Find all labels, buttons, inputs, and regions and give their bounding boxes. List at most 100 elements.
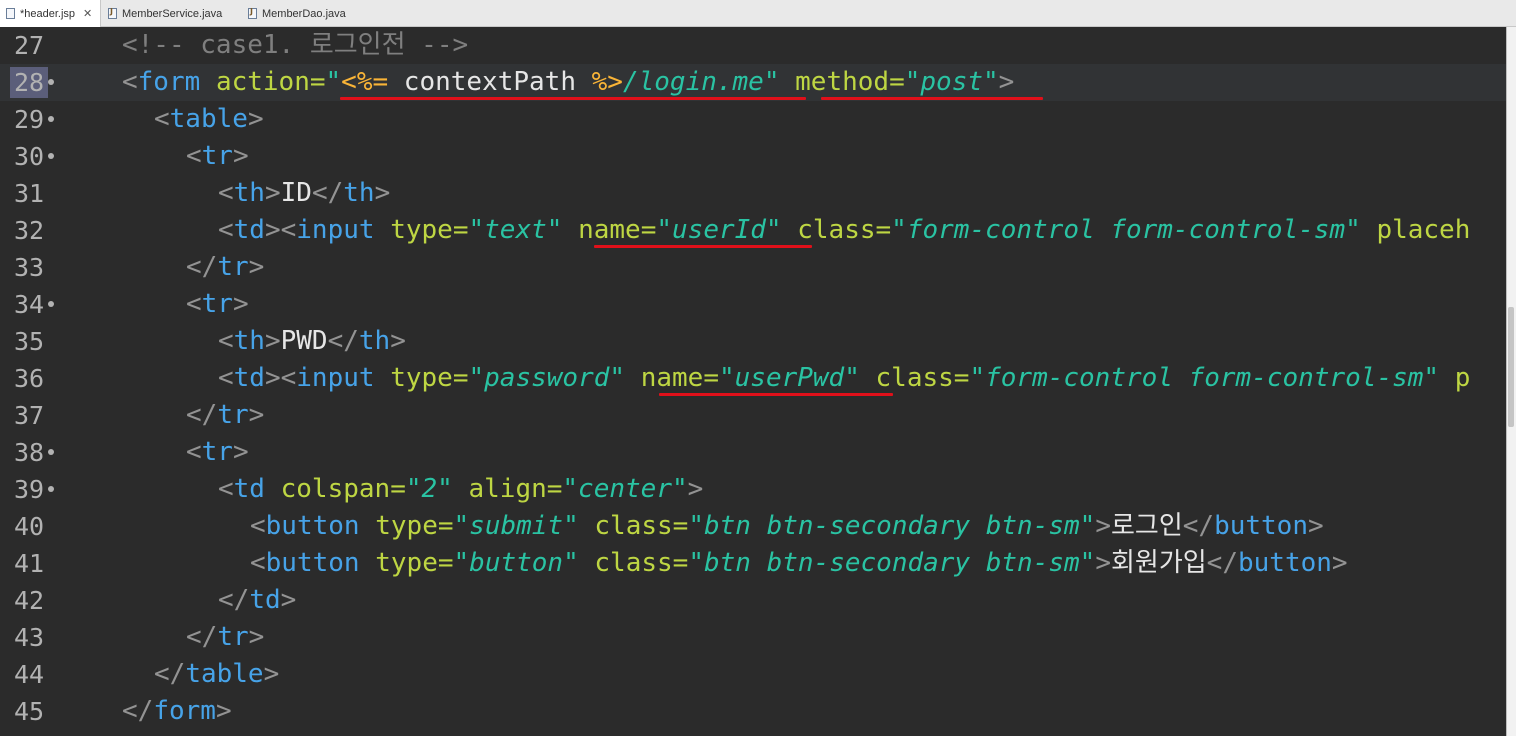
code-line[interactable]: 34 <tr> — [0, 286, 1506, 323]
tag-name: button — [1237, 548, 1332, 578]
code-line[interactable]: 32 <td><input type="text" name="userId" … — [0, 212, 1506, 249]
code-line[interactable]: 31 <th>ID</th> — [0, 175, 1506, 212]
fold-icon[interactable] — [48, 116, 54, 122]
code-text: <td><input type="password" name="userPwd… — [58, 360, 1470, 397]
tag-bracket: > — [998, 67, 1015, 97]
java-file-icon — [248, 7, 257, 19]
tab-label: MemberDao.java — [262, 7, 346, 20]
code-line[interactable]: 42 </td> — [0, 582, 1506, 619]
red-underline-annotation — [594, 245, 812, 248]
tag-bracket: > — [1095, 548, 1111, 578]
tag-bracket: < — [154, 104, 170, 134]
tab-memberservice-java[interactable]: MemberService.java — [102, 0, 242, 27]
line-gutter: 45 — [0, 693, 58, 730]
code-line[interactable]: 29 <table> — [0, 101, 1506, 138]
line-gutter: 41 — [0, 545, 58, 582]
tag-bracket: < — [218, 474, 234, 504]
jsp-expression: contextPath — [388, 67, 592, 97]
red-underline-annotation — [340, 97, 806, 100]
tag-name: th — [233, 178, 265, 208]
tag-name: button — [265, 511, 360, 541]
attribute-name: placeh — [1376, 215, 1471, 245]
attribute-name: type= — [390, 363, 469, 393]
code-line[interactable]: 43 </tr> — [0, 619, 1506, 656]
code-line[interactable]: 38 <tr> — [0, 434, 1506, 471]
tag-bracket: < — [218, 326, 234, 356]
code-editor[interactable]: 27 <!-- case1. 로그인전 --> 28 <form action=… — [0, 27, 1516, 736]
code-line[interactable]: 33 </tr> — [0, 249, 1506, 286]
code-line[interactable]: 39 <td colspan="2" align="center"> — [0, 471, 1506, 508]
code-line[interactable]: 30 <tr> — [0, 138, 1506, 175]
tag-bracket: >< — [264, 363, 297, 393]
tag-bracket: >< — [264, 215, 297, 245]
attribute-name: align= — [468, 474, 563, 504]
fold-icon[interactable] — [48, 301, 54, 307]
close-icon[interactable]: ✕ — [83, 7, 92, 20]
tag-name: tr — [201, 141, 233, 171]
line-gutter: 37 — [0, 397, 58, 434]
tag-bracket: < — [250, 511, 266, 541]
code-text: </tr> — [58, 249, 264, 286]
code-line[interactable]: 37 </tr> — [0, 397, 1506, 434]
tag-name: th — [343, 178, 375, 208]
attribute-name: type= — [375, 548, 454, 578]
attribute-value: "text" — [468, 215, 563, 245]
tag-bracket: > — [374, 178, 391, 208]
code-line[interactable]: 27 <!-- case1. 로그인전 --> — [0, 27, 1506, 64]
attribute-name: class= — [594, 511, 689, 541]
line-gutter: 31 — [0, 175, 58, 212]
jsp-file-icon — [6, 8, 15, 19]
attribute-value: "userId" — [656, 215, 782, 245]
line-gutter: 32 — [0, 212, 58, 249]
attribute-value: "button" — [453, 548, 579, 578]
code-text: <tr> — [58, 138, 249, 175]
attribute-value: " — [325, 67, 342, 97]
tag-bracket: < — [122, 67, 138, 97]
tag-bracket: < — [218, 178, 234, 208]
line-number: 36 — [14, 364, 45, 393]
attribute-value: /login.me" — [622, 67, 780, 97]
tag-bracket: </ — [327, 326, 359, 356]
text-content: 회원가입 — [1110, 548, 1207, 578]
scrollbar-thumb[interactable] — [1508, 307, 1514, 427]
tag-bracket: > — [248, 252, 265, 282]
vertical-scrollbar[interactable] — [1506, 27, 1516, 736]
java-file-icon — [108, 7, 117, 19]
tag-name: button — [265, 548, 360, 578]
code-line[interactable]: 41 <button type="button" class="btn btn-… — [0, 545, 1506, 582]
line-number: 33 — [14, 253, 45, 282]
line-gutter: 35 — [0, 323, 58, 360]
code-text: <td colspan="2" align="center"> — [58, 471, 703, 508]
attribute-name: colspan= — [280, 474, 406, 504]
fold-icon[interactable] — [48, 449, 54, 455]
code-text: </table> — [58, 656, 279, 693]
tag-bracket: > — [280, 585, 297, 615]
tag-name: th — [233, 326, 265, 356]
code-line[interactable]: 36 <td><input type="password" name="user… — [0, 360, 1506, 397]
code-line-current[interactable]: 28 <form action="<%= contextPath %>/logi… — [0, 64, 1506, 101]
tab-memberdao-java[interactable]: MemberDao.java — [242, 0, 372, 27]
editor-tab-bar: *header.jsp ✕ MemberService.java MemberD… — [0, 0, 1516, 27]
tab-header-jsp[interactable]: *header.jsp ✕ — [0, 0, 101, 27]
code-line[interactable]: 45 </form> — [0, 693, 1506, 730]
tag-name: form — [153, 696, 216, 726]
fold-icon[interactable] — [48, 79, 54, 85]
attribute-value: "form-control form-control-sm" — [891, 215, 1361, 245]
code-line[interactable]: 44 </table> — [0, 656, 1506, 693]
attribute-name: action= — [215, 67, 326, 97]
line-number: 35 — [14, 327, 45, 356]
line-gutter: 34 — [0, 286, 58, 323]
line-number: 45 — [14, 697, 45, 726]
code-line[interactable]: 35 <th>PWD</th> — [0, 323, 1506, 360]
line-gutter: 38 — [0, 434, 58, 471]
tag-bracket: > — [232, 141, 249, 171]
fold-icon[interactable] — [48, 153, 54, 159]
fold-icon[interactable] — [48, 486, 54, 492]
tag-name: tr — [217, 400, 249, 430]
tag-name: table — [185, 659, 264, 689]
line-number: 30 — [14, 142, 45, 171]
text-content: ID — [280, 178, 312, 208]
code-text: <tr> — [58, 434, 249, 471]
code-line[interactable]: 40 <button type="submit" class="btn btn-… — [0, 508, 1506, 545]
code-text: </tr> — [58, 397, 264, 434]
